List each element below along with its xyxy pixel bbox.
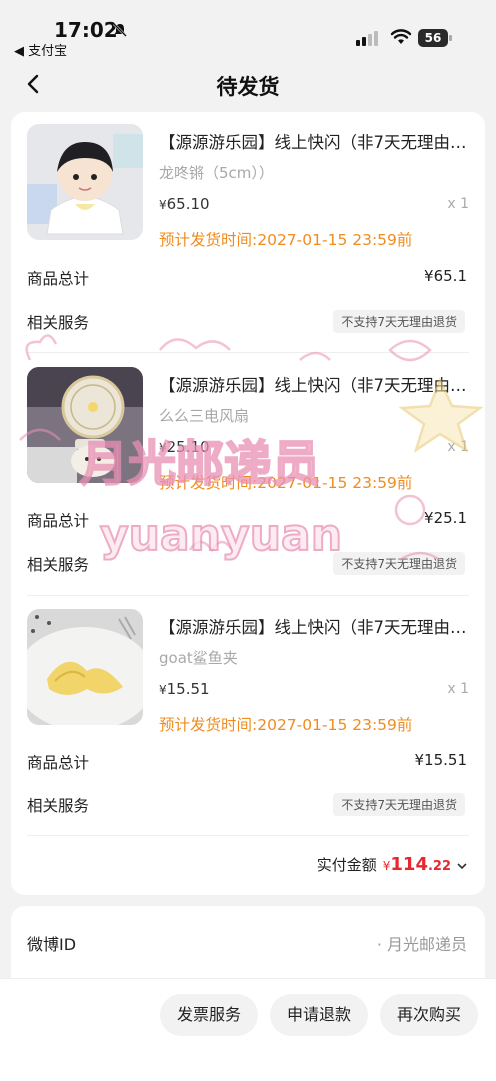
battery-cap	[449, 35, 452, 41]
product-image-plush[interactable]	[27, 124, 143, 240]
status-time: 17:02	[54, 18, 118, 42]
battery-indicator: 56	[418, 29, 452, 47]
divider	[27, 352, 469, 353]
product-image-claw-clip[interactable]	[27, 609, 143, 725]
ship-time: 预计发货时间:2027-01-15 23:59前	[159, 716, 413, 734]
product-spec: goat鲨鱼夹	[159, 649, 238, 667]
price-value: 65.10	[166, 195, 210, 213]
paid-int: 114	[390, 854, 428, 875]
service-label: 相关服务	[27, 314, 90, 332]
service-label: 相关服务	[27, 797, 90, 815]
battery-level: 56	[418, 29, 448, 47]
product-title[interactable]: 【源源游乐园】线上快闪（非7天无理由退货）	[159, 129, 469, 153]
status-bar: 17:02 ◀ 支付宝 56	[0, 0, 496, 60]
page-title: 待发货	[216, 75, 280, 99]
product-price: ¥65.10	[159, 195, 210, 213]
total-label: 商品总计	[27, 512, 90, 530]
ship-time: 预计发货时间:2027-01-15 23:59前	[159, 474, 413, 492]
divider	[27, 835, 469, 836]
ship-time: 预计发货时间:2027-01-15 23:59前	[159, 231, 413, 249]
price-value: 25.10	[166, 438, 210, 456]
product-quantity: x 1	[447, 439, 469, 455]
paid-amount-row[interactable]: 实付金额 ¥114.22	[317, 854, 467, 875]
back-to-alipay-link[interactable]: ◀ 支付宝	[14, 40, 67, 59]
nav-bar: 待发货	[0, 60, 496, 110]
price-value: 15.51	[166, 680, 210, 698]
product-quantity: x 1	[447, 196, 469, 212]
no-return-badge: 不支持7天无理由退货	[333, 310, 465, 333]
product-title[interactable]: 【源源游乐园】线上快闪（非7天无理由退货）	[159, 372, 469, 396]
currency-symbol: ¥	[159, 441, 167, 455]
total-label: 商品总计	[27, 754, 90, 772]
total-value: ¥15.51	[414, 751, 468, 769]
no-return-badge: 不支持7天无理由退货	[333, 552, 465, 575]
divider	[27, 595, 469, 596]
currency-symbol: ¥	[159, 683, 167, 697]
product-price: ¥25.10	[159, 438, 210, 456]
request-refund-button[interactable]: 申请退款	[270, 994, 368, 1036]
bottom-action-bar: 发票服务 申请退款 再次购买	[0, 978, 496, 1081]
paid-label: 实付金额	[316, 856, 377, 874]
wifi-icon	[390, 29, 412, 44]
buy-again-button[interactable]: 再次购买	[380, 994, 478, 1036]
product-price: ¥15.51	[159, 680, 210, 698]
paid-amount: ¥114.22	[383, 854, 451, 875]
invoice-service-button[interactable]: 发票服务	[160, 994, 258, 1036]
weibo-id-label: 微博ID	[27, 935, 77, 954]
product-quantity: x 1	[447, 681, 469, 697]
weibo-id-value: · 月光邮递员	[376, 935, 467, 954]
product-spec: 么么三电风扇	[159, 407, 250, 425]
paid-decimal: .22	[427, 859, 451, 874]
total-label: 商品总计	[27, 270, 90, 288]
service-label: 相关服务	[27, 556, 90, 574]
total-value: ¥25.1	[424, 509, 467, 527]
order-card: 【源源游乐园】线上快闪（非7天无理由退货） 龙咚锵（5cm）） ¥65.10 x…	[11, 112, 485, 895]
product-image-fan[interactable]	[27, 367, 143, 483]
currency-symbol: ¥	[159, 198, 167, 212]
product-title[interactable]: 【源源游乐园】线上快闪（非7天无理由退货）	[159, 614, 469, 638]
bell-muted-icon	[113, 23, 127, 37]
total-value: ¥65.1	[424, 267, 467, 285]
cellular-signal-icon	[356, 31, 378, 46]
product-spec: 龙咚锵（5cm））	[159, 164, 274, 182]
no-return-badge: 不支持7天无理由退货	[333, 793, 465, 816]
chevron-down-icon[interactable]	[457, 862, 467, 870]
